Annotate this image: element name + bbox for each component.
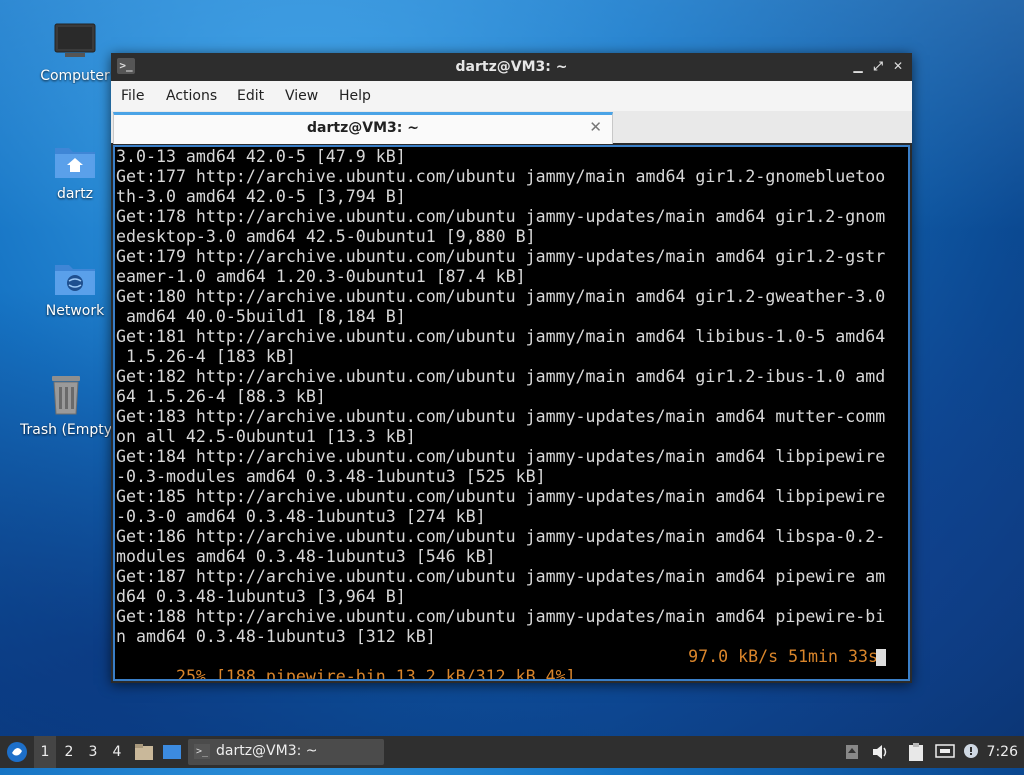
notifications-button[interactable] <box>960 736 984 768</box>
clock[interactable]: 7:26 <box>987 736 1018 768</box>
minimize-button[interactable]: ▁ <box>850 58 866 74</box>
volume-button[interactable] <box>868 736 892 768</box>
taskbar-window-label: dartz@VM3: ~ <box>216 743 318 759</box>
terminal-line: on all 42.5-0ubuntu1 [13.3 kB] <box>116 427 416 446</box>
desktop-icon-label: Trash (Empty) <box>20 422 112 438</box>
menu-bar: File Actions Edit View Help <box>111 81 912 112</box>
terminal-line: Get:186 http://archive.ubuntu.com/ubuntu… <box>116 527 886 546</box>
terminal-lines: 3.0-13 amd64 42.0-5 [47.9 kB] Get:177 htt… <box>116 147 885 647</box>
clipboard-icon <box>909 743 923 761</box>
home-folder-icon <box>55 148 95 178</box>
taskbar: 1 2 3 4 >_ dartz@VM3: ~ 7:26 <box>0 736 1024 768</box>
network-folder-icon <box>55 265 95 295</box>
tab-close-icon[interactable]: ✕ <box>589 118 602 136</box>
terminal-line: 3.0-13 amd64 42.0-5 [47.9 kB] <box>116 147 406 166</box>
desktop-icon-trash[interactable]: Trash (Empty) <box>20 372 112 438</box>
menu-file[interactable]: File <box>121 88 144 104</box>
close-button[interactable]: ✕ <box>890 58 906 74</box>
scroll-up-icon <box>846 745 858 759</box>
workspace-4[interactable]: 4 <box>106 736 128 768</box>
workspace-2[interactable]: 2 <box>58 736 80 768</box>
terminal-line: edesktop-3.0 amd64 42.5-0ubuntu1 [9,880 … <box>116 227 536 246</box>
progress-status-line: 25% [188 pipewire-bin 13.2 kB/312 kB 4%]… <box>116 647 902 679</box>
terminal-line: 1.5.26-4 [183 kB] <box>116 347 296 366</box>
terminal-line: Get:188 http://archive.ubuntu.com/ubuntu… <box>116 607 886 626</box>
progress-status-right: 97.0 kB/s 51min 33s <box>688 647 878 666</box>
terminal-line: d64 0.3.48-1ubuntu3 [3,964 B] <box>116 587 406 606</box>
terminal-window: >_ dartz@VM3: ~ ▁ ⤢ ✕ File Actions Edit … <box>111 53 912 683</box>
menu-help[interactable]: Help <box>339 88 371 104</box>
terminal-line: Get:182 http://archive.ubuntu.com/ubuntu… <box>116 367 886 386</box>
distro-logo-icon <box>7 742 27 762</box>
network-status-button[interactable] <box>932 736 958 768</box>
workspace-3[interactable]: 3 <box>82 736 104 768</box>
window-titlebar[interactable]: >_ dartz@VM3: ~ ▁ ⤢ ✕ <box>111 53 912 81</box>
notification-icon <box>964 744 978 758</box>
terminal-task-icon: >_ <box>194 744 210 759</box>
terminal-line: th-3.0 amd64 42.0-5 [3,794 B] <box>116 187 406 206</box>
terminal-line: n amd64 0.3.48-1ubuntu3 [312 kB] <box>116 627 436 646</box>
terminal-line: Get:177 http://archive.ubuntu.com/ubuntu… <box>116 167 886 186</box>
terminal-line: Get:179 http://archive.ubuntu.com/ubuntu… <box>116 247 886 266</box>
terminal-line: Get:184 http://archive.ubuntu.com/ubuntu… <box>116 447 886 466</box>
terminal-line: Get:185 http://archive.ubuntu.com/ubuntu… <box>116 487 886 506</box>
terminal-line: 64 1.5.26-4 [88.3 kB] <box>116 387 326 406</box>
terminal-line: Get:180 http://archive.ubuntu.com/ubuntu… <box>116 287 886 306</box>
tab-terminal[interactable]: dartz@VM3: ~ ✕ <box>113 112 613 144</box>
network-wired-icon <box>935 744 955 758</box>
volume-icon <box>873 745 887 759</box>
menu-view[interactable]: View <box>285 88 318 104</box>
start-menu-button[interactable] <box>4 736 30 768</box>
file-manager-launcher[interactable] <box>132 736 156 768</box>
terminal-output[interactable]: 3.0-13 amd64 42.0-5 [47.9 kB] Get:177 htt… <box>113 145 910 681</box>
terminal-line: Get:187 http://archive.ubuntu.com/ubuntu… <box>116 567 886 586</box>
terminal-line: eamer-1.0 amd64 1.20.3-0ubuntu1 [87.4 kB… <box>116 267 526 286</box>
show-desktop-button[interactable] <box>160 736 184 768</box>
terminal-line: Get:183 http://archive.ubuntu.com/ubuntu… <box>116 407 886 426</box>
terminal-line: Get:178 http://archive.ubuntu.com/ubuntu… <box>116 207 886 226</box>
menu-edit[interactable]: Edit <box>237 88 264 104</box>
file-manager-icon <box>135 744 153 760</box>
trash-icon <box>52 376 80 415</box>
desktop-icon <box>163 745 181 759</box>
menu-actions[interactable]: Actions <box>166 88 217 104</box>
maximize-button[interactable]: ⤢ <box>870 58 886 74</box>
progress-status-left: 25% [188 pipewire-bin 13.2 kB/312 kB 4%] <box>175 667 576 681</box>
terminal-line: -0.3-modules amd64 0.3.48-1ubuntu3 [525 … <box>116 467 546 486</box>
terminal-line: Get:181 http://archive.ubuntu.com/ubuntu… <box>116 327 886 346</box>
terminal-cursor <box>876 649 886 666</box>
window-title: dartz@VM3: ~ <box>455 59 568 75</box>
tray-arrow-button[interactable] <box>842 736 862 768</box>
terminal-line: modules amd64 0.3.48-1ubuntu3 [546 kB] <box>116 547 496 566</box>
tab-bar: dartz@VM3: ~ ✕ <box>111 111 912 144</box>
terminal-line: amd64 40.0-5build1 [8,184 B] <box>116 307 406 326</box>
computer-icon <box>54 23 96 57</box>
clipboard-button[interactable] <box>904 736 928 768</box>
terminal-line: -0.3-0 amd64 0.3.48-1ubuntu3 [274 kB] <box>116 507 486 526</box>
tab-label: dartz@VM3: ~ <box>307 120 419 136</box>
taskbar-window-button[interactable]: >_ dartz@VM3: ~ <box>188 739 384 765</box>
workspace-1[interactable]: 1 <box>34 736 56 768</box>
